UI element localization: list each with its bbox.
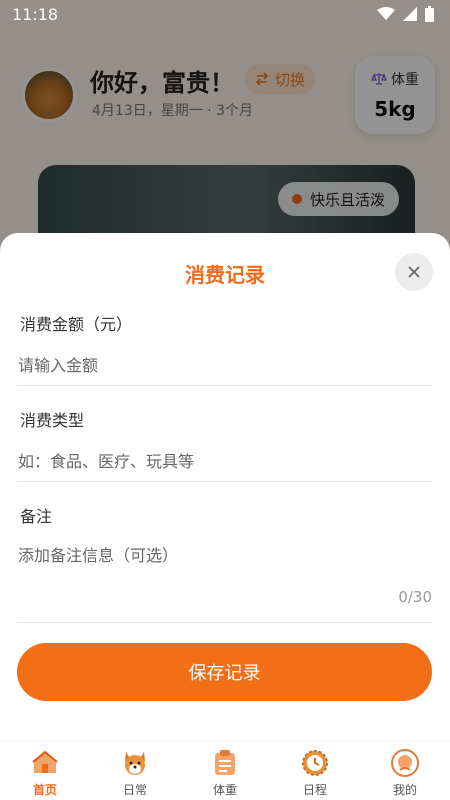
nav-label-daily: 日常	[122, 783, 147, 797]
battery-icon	[425, 6, 434, 22]
house-icon	[31, 749, 59, 777]
note-divider	[18, 622, 432, 623]
wifi-icon	[377, 7, 395, 20]
status-icons	[377, 6, 434, 22]
nav-item-home[interactable]: 首页	[0, 741, 90, 800]
nav-label-weight: 体重	[212, 783, 237, 797]
save-record-button[interactable]: 保存记录	[17, 643, 432, 701]
nav-label-profile: 我的	[392, 783, 417, 797]
nav-item-daily[interactable]: 日常	[90, 741, 180, 800]
signal-icon	[403, 7, 417, 21]
nav-label-schedule: 日程	[302, 783, 327, 797]
note-char-counter: 0/30	[398, 588, 432, 606]
profile-icon	[391, 749, 419, 777]
clipboard-icon	[211, 749, 239, 777]
sheet-title: 消费记录	[185, 263, 265, 287]
amount-label: 消费金额（元）	[20, 315, 133, 334]
clock-icon	[301, 749, 329, 777]
note-label: 备注	[20, 507, 53, 526]
corgi-icon	[121, 749, 149, 777]
close-button[interactable]	[395, 253, 433, 291]
nav-item-profile[interactable]: 我的	[360, 741, 450, 800]
status-time: 11:18	[12, 4, 59, 24]
nav-item-schedule[interactable]: 日程	[270, 741, 360, 800]
type-input[interactable]	[18, 442, 432, 482]
note-input[interactable]	[18, 535, 432, 575]
nav-item-weight[interactable]: 体重	[180, 741, 270, 800]
amount-input[interactable]	[18, 346, 432, 386]
status-bar: 11:18	[0, 0, 450, 28]
nav-label-home: 首页	[32, 783, 57, 797]
bottom-nav: 首页 日常 体重 日程 我的	[0, 740, 450, 800]
type-label: 消费类型	[20, 411, 85, 430]
expense-record-sheet: 消费记录 消费金额（元） 消费类型 备注 0/30 保存记录	[0, 233, 450, 800]
close-icon	[408, 266, 420, 278]
